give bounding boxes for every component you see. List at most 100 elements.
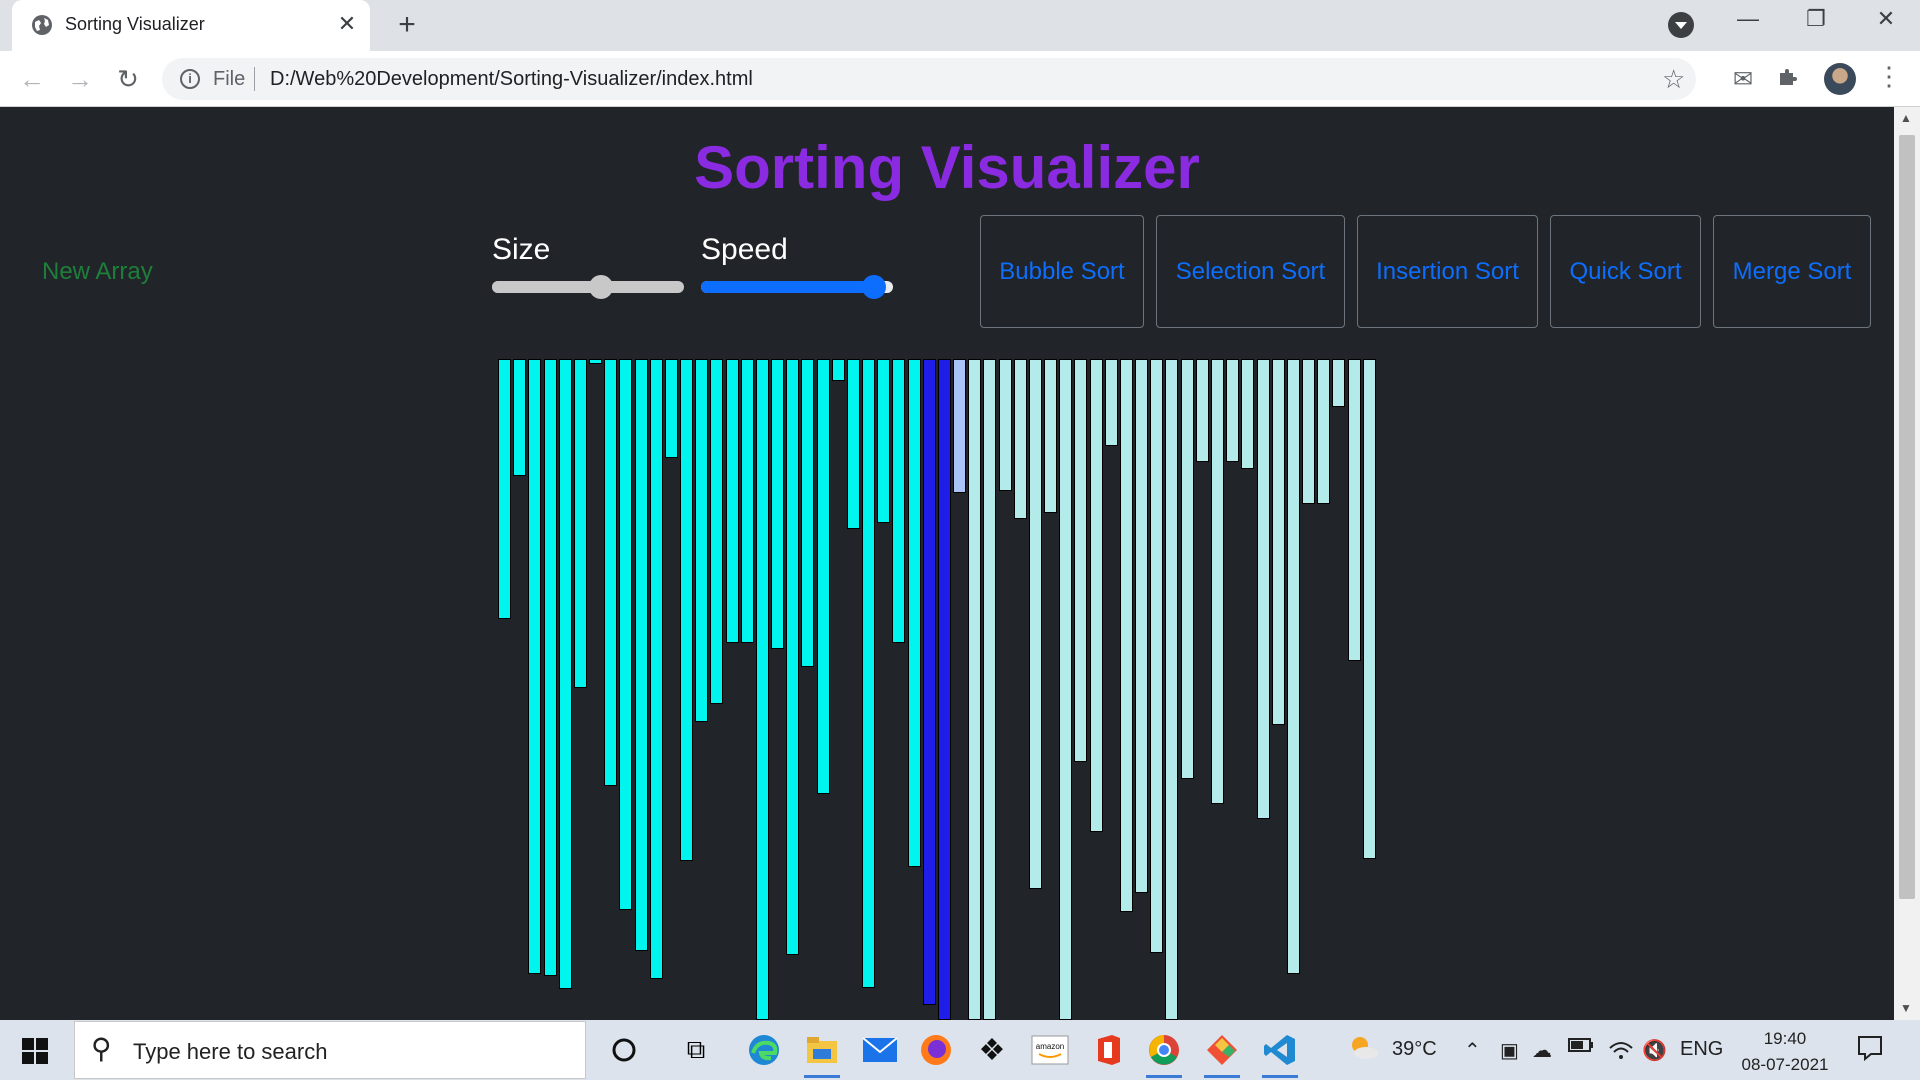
forward-icon[interactable]: → — [62, 61, 98, 97]
array-bar — [650, 359, 663, 979]
windows-start-icon[interactable] — [22, 1038, 48, 1064]
scrollbar-thumb[interactable] — [1899, 135, 1915, 899]
menu-icon[interactable]: ⋮ — [1876, 61, 1902, 92]
array-bar — [756, 359, 769, 1020]
speed-label: Speed — [701, 233, 788, 266]
close-tab-icon[interactable]: ✕ — [334, 11, 360, 37]
address-bar[interactable]: i File D:/Web%20Development/Sorting-Visu… — [162, 58, 1696, 100]
chevron-up-icon[interactable]: ⌃ — [1464, 1038, 1481, 1063]
office-icon[interactable] — [1084, 1028, 1132, 1072]
chrome-icon[interactable] — [1140, 1028, 1188, 1078]
array-bar — [498, 359, 511, 619]
page-scrollbar[interactable]: ▲ ▼ — [1894, 107, 1920, 1020]
speed-slider-fill — [701, 281, 874, 293]
array-bar — [1348, 359, 1361, 661]
array-bar — [604, 359, 617, 786]
svg-text:amazon: amazon — [1036, 1042, 1064, 1051]
system-clock[interactable]: 19:40 08-07-2021 — [1740, 1026, 1830, 1078]
size-slider-knob[interactable] — [589, 275, 614, 299]
array-bar — [589, 359, 602, 364]
firefox-icon[interactable] — [912, 1028, 960, 1072]
scroll-up-arrow-icon[interactable]: ▲ — [1900, 111, 1912, 125]
language-indicator[interactable]: ENG — [1680, 1038, 1723, 1061]
dropbox-icon[interactable]: ❖ — [968, 1028, 1016, 1072]
restore-button[interactable]: ❐ — [1796, 6, 1836, 32]
size-slider[interactable] — [492, 275, 684, 299]
tab-sorting-visualizer[interactable]: Sorting Visualizer ✕ — [12, 0, 370, 51]
search-placeholder: Type here to search — [133, 1039, 328, 1064]
array-bar — [771, 359, 784, 649]
info-icon[interactable]: i — [180, 69, 200, 89]
weather-temperature[interactable]: 39°C — [1392, 1038, 1437, 1061]
speed-slider[interactable] — [701, 275, 893, 299]
array-bar — [559, 359, 572, 989]
array-bar — [1105, 359, 1118, 446]
taskbar: ⚲ Type here to search ⧉ ❖ amazon 39°C ⌃ … — [0, 1020, 1920, 1080]
wifi-icon[interactable] — [1608, 1038, 1634, 1068]
merge-sort-button[interactable]: Merge Sort — [1713, 215, 1871, 328]
taskbar-search-input[interactable]: ⚲ Type here to search — [74, 1021, 586, 1079]
array-bar — [817, 359, 830, 794]
close-window-button[interactable]: ✕ — [1866, 6, 1906, 32]
new-array-button[interactable]: New Array — [42, 258, 153, 286]
scroll-down-arrow-icon[interactable]: ▼ — [1900, 1001, 1912, 1015]
array-bar — [635, 359, 648, 951]
array-bar — [741, 359, 754, 643]
profile-avatar[interactable] — [1824, 63, 1856, 95]
array-bar — [847, 359, 860, 529]
minimize-button[interactable]: — — [1728, 6, 1768, 32]
task-view-icon[interactable]: ⧉ — [672, 1028, 720, 1072]
array-bar — [923, 359, 936, 1005]
array-bar — [1332, 359, 1345, 407]
array-bar — [877, 359, 890, 523]
meet-now-icon[interactable]: ▣ — [1500, 1038, 1519, 1063]
array-bar — [1241, 359, 1254, 469]
tab-strip: Sorting Visualizer ✕ + — ❐ ✕ — [0, 0, 1920, 51]
bubble-sort-button[interactable]: Bubble Sort — [980, 215, 1144, 328]
array-bar — [999, 359, 1012, 491]
tab-search-icon[interactable] — [1668, 12, 1694, 38]
array-bar — [695, 359, 708, 722]
array-bar — [1287, 359, 1300, 974]
speed-slider-knob[interactable] — [861, 275, 886, 299]
reload-icon[interactable]: ↻ — [110, 61, 146, 97]
git-client-icon[interactable] — [1198, 1028, 1246, 1078]
page-title: Sorting Visualizer — [694, 134, 1200, 201]
size-label: Size — [492, 233, 551, 266]
array-bar — [1150, 359, 1163, 953]
array-bar — [1257, 359, 1270, 819]
mail-icon[interactable]: ✉ — [1728, 65, 1758, 94]
url-text[interactable]: D:/Web%20Development/Sorting-Visualizer/… — [270, 68, 753, 91]
mail-app-icon[interactable] — [856, 1028, 904, 1072]
array-bar — [892, 359, 905, 643]
edge-icon[interactable] — [740, 1028, 788, 1072]
array-bar — [953, 359, 966, 493]
array-bar — [1363, 359, 1376, 859]
array-bar — [786, 359, 799, 955]
puzzle-icon[interactable] — [1776, 65, 1800, 89]
cortana-icon[interactable] — [600, 1028, 648, 1072]
vscode-icon[interactable] — [1256, 1028, 1304, 1078]
volume-muted-icon[interactable]: 🔇 — [1642, 1038, 1667, 1063]
insertion-sort-button[interactable]: Insertion Sort — [1357, 215, 1538, 328]
array-bar — [938, 359, 951, 1020]
battery-icon[interactable] — [1568, 1036, 1594, 1060]
array-bar — [1226, 359, 1239, 462]
amazon-icon[interactable]: amazon — [1026, 1028, 1074, 1072]
tab-title: Sorting Visualizer — [65, 14, 205, 34]
quick-sort-button[interactable]: Quick Sort — [1550, 215, 1701, 328]
onedrive-icon[interactable]: ☁ — [1532, 1038, 1552, 1063]
bookmark-star-icon[interactable]: ☆ — [1662, 64, 1685, 95]
array-bar — [832, 359, 845, 381]
file-explorer-icon[interactable] — [798, 1028, 846, 1078]
array-bar — [908, 359, 921, 867]
notifications-icon[interactable] — [1856, 1034, 1884, 1068]
array-bar — [710, 359, 723, 704]
new-tab-button[interactable]: + — [392, 8, 422, 42]
selection-sort-button[interactable]: Selection Sort — [1156, 215, 1345, 328]
globe-icon — [32, 15, 52, 35]
array-bar — [726, 359, 739, 643]
array-bar — [1044, 359, 1057, 513]
weather-icon[interactable] — [1348, 1034, 1380, 1068]
back-icon[interactable]: ← — [14, 61, 50, 97]
